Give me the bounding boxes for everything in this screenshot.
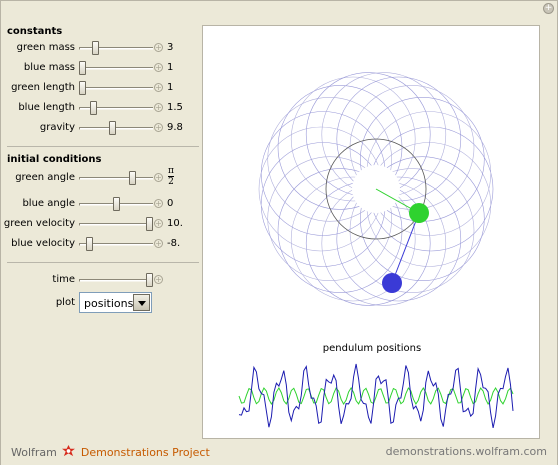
plus-icon[interactable]: + bbox=[154, 239, 163, 248]
slider-label: blue angle bbox=[22, 198, 75, 209]
slider-row-green-length: green length + 1 bbox=[4, 80, 200, 96]
chevron-down-icon[interactable] bbox=[133, 294, 150, 311]
slider-row-green-angle: green angle + π 2 bbox=[4, 166, 200, 187]
slider-value: 1 bbox=[167, 62, 174, 73]
plus-icon[interactable]: + bbox=[154, 43, 163, 52]
slider-label: blue mass bbox=[23, 62, 75, 73]
fraction-numerator: π bbox=[168, 166, 174, 176]
slider-value: 10. bbox=[167, 218, 183, 229]
demonstrations-project-text: Demonstrations Project bbox=[80, 446, 210, 459]
section-constants: constants bbox=[7, 26, 63, 37]
slider-label: green velocity bbox=[3, 218, 75, 229]
slider-label: green angle bbox=[15, 172, 75, 183]
control-panel: constants green mass + 3 blue mass + 1 g… bbox=[4, 18, 200, 438]
plot-select-value: positions bbox=[84, 297, 134, 310]
divider bbox=[7, 262, 199, 263]
footer: Wolfram Demonstrations Project demonstra… bbox=[1, 439, 557, 465]
slider-row-blue-angle: blue angle + 0 bbox=[4, 196, 200, 212]
slider-value: 1 bbox=[167, 82, 174, 93]
slider-row-time: time + bbox=[4, 272, 200, 288]
slider-row-blue-velocity: blue velocity + -8. bbox=[4, 236, 200, 252]
site-link[interactable]: demonstrations.wolfram.com bbox=[386, 445, 547, 458]
plus-icon[interactable]: + bbox=[154, 275, 163, 284]
time-slider[interactable] bbox=[79, 279, 153, 282]
slider-value: -8. bbox=[167, 238, 181, 249]
output-canvas: pendulum positions bbox=[202, 25, 540, 439]
plus-icon[interactable]: + bbox=[154, 173, 163, 182]
blue-mass-slider[interactable] bbox=[79, 67, 153, 70]
slider-thumb[interactable] bbox=[79, 61, 86, 75]
wolfram-spikey-icon bbox=[62, 445, 76, 457]
blue-bob bbox=[382, 273, 402, 293]
slider-thumb[interactable] bbox=[85, 237, 93, 251]
slider-thumb[interactable] bbox=[146, 273, 153, 287]
plus-icon[interactable]: + bbox=[154, 219, 163, 228]
slider-value: 9.8 bbox=[167, 122, 183, 133]
wolfram-text: Wolfram bbox=[11, 446, 57, 459]
graph-title: pendulum positions bbox=[322, 343, 422, 354]
plus-icon[interactable]: + bbox=[154, 103, 163, 112]
slider-value: 3 bbox=[167, 42, 174, 53]
fraction-value: π 2 bbox=[168, 166, 174, 187]
slider-label: blue velocity bbox=[11, 238, 75, 249]
slider-thumb[interactable] bbox=[79, 81, 86, 95]
plus-icon[interactable]: + bbox=[154, 83, 163, 92]
slider-value: 1.5 bbox=[167, 102, 183, 113]
demonstration-frame: + constants green mass + 3 blue mass + 1… bbox=[0, 0, 558, 465]
expand-button[interactable]: + bbox=[543, 3, 554, 14]
wolfram-brand[interactable]: Wolfram Demonstrations Project bbox=[11, 445, 210, 459]
positions-graph bbox=[238, 363, 514, 429]
plus-icon[interactable]: + bbox=[154, 123, 163, 132]
plot-row: plot positions bbox=[4, 292, 200, 314]
slider-thumb[interactable] bbox=[92, 41, 100, 55]
green-mass-slider[interactable] bbox=[79, 47, 153, 50]
slider-label: gravity bbox=[39, 122, 75, 133]
slider-thumb[interactable] bbox=[146, 217, 153, 231]
slider-label: green mass bbox=[16, 42, 75, 53]
slider-value: 0 bbox=[167, 198, 174, 209]
section-initial-conditions: initial conditions bbox=[7, 154, 102, 165]
divider bbox=[7, 146, 199, 147]
slider-row-gravity: gravity + 9.8 bbox=[4, 120, 200, 136]
slider-thumb[interactable] bbox=[129, 171, 137, 185]
slider-label: green length bbox=[11, 82, 75, 93]
slider-row-green-mass: green mass + 3 bbox=[4, 40, 200, 56]
green-bob bbox=[409, 203, 429, 223]
green-velocity-slider[interactable] bbox=[79, 223, 153, 226]
plus-icon[interactable]: + bbox=[154, 63, 163, 72]
pendulum-scene bbox=[238, 72, 514, 429]
slider-row-blue-mass: blue mass + 1 bbox=[4, 60, 200, 76]
plot-label: plot bbox=[55, 297, 75, 308]
green-series-line bbox=[238, 387, 514, 405]
slider-row-blue-length: blue length + 1.5 bbox=[4, 100, 200, 116]
slider-label: blue length bbox=[18, 102, 75, 113]
slider-thumb[interactable] bbox=[90, 101, 98, 115]
slider-thumb[interactable] bbox=[112, 197, 120, 211]
plot-select[interactable]: positions bbox=[79, 292, 152, 313]
fraction-denominator: 2 bbox=[168, 176, 174, 187]
slider-label: time bbox=[52, 274, 75, 285]
plus-icon[interactable]: + bbox=[154, 199, 163, 208]
green-length-slider[interactable] bbox=[79, 87, 153, 90]
slider-thumb[interactable] bbox=[109, 121, 117, 135]
green-angle-slider[interactable] bbox=[79, 177, 153, 180]
slider-row-green-velocity: green velocity + 10. bbox=[4, 216, 200, 232]
